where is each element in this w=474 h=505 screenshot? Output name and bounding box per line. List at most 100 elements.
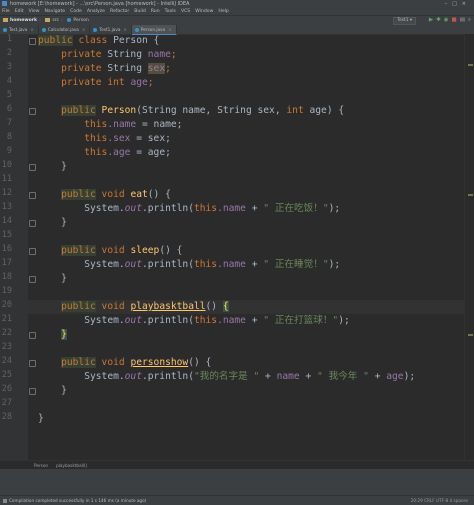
line-number: 9 — [6, 146, 12, 156]
code-line: } — [61, 273, 67, 284]
code-line: System.out.println(this.name + " 正在吃饭！")… — [84, 203, 341, 214]
code-line: private String sex; — [61, 63, 171, 74]
code-line: public void playbasktball() { — [61, 301, 229, 312]
menu-navigate[interactable]: Navigate — [45, 9, 66, 14]
code-line: public Person(String name, String sex, i… — [61, 105, 345, 116]
toolbar-actions: ▶ ✱ ◉ ■ ▤ ⌕ — [426, 16, 471, 25]
code-line: public void personshow() { — [61, 357, 212, 368]
chevron-right-icon: › — [61, 18, 63, 23]
line-number: 25 — [1, 370, 12, 380]
menu-view[interactable]: View — [29, 9, 40, 14]
line-number: 11 — [1, 174, 12, 184]
menu-file[interactable]: File — [2, 9, 10, 14]
close-tab-icon[interactable]: × — [82, 27, 86, 32]
editor-scrollbar[interactable] — [464, 34, 474, 460]
warning-marker[interactable] — [468, 334, 473, 336]
nav-person[interactable]: Person — [67, 16, 89, 25]
code-line: } — [38, 413, 44, 424]
class-icon — [93, 28, 98, 32]
menu-window[interactable]: Window — [195, 9, 213, 14]
line-number: 4 — [6, 76, 12, 86]
warning-marker[interactable] — [468, 194, 473, 196]
line-number: 18 — [1, 272, 12, 282]
line-number: 6 — [6, 104, 12, 114]
breadcrumb-method[interactable]: playbasktball() — [56, 463, 87, 468]
chevron-right-icon: › — [39, 18, 41, 23]
line-number: 15 — [1, 230, 12, 240]
menu-build[interactable]: Build — [134, 9, 146, 14]
code-line: System.out.println(this.name + " 正在打篮球！"… — [84, 315, 350, 326]
menu-tools[interactable]: Tools — [165, 9, 176, 14]
breadcrumb-class[interactable]: Person — [34, 463, 48, 468]
line-number: 24 — [1, 356, 12, 366]
menu-analyze[interactable]: Analyze — [87, 9, 105, 14]
menu-bar: File Edit View Navigate Code Analyze Refactor B… — [0, 8, 474, 15]
code-line: public void sleep() { — [61, 245, 183, 256]
menu-help[interactable]: Help — [218, 9, 228, 14]
close-tab-icon[interactable]: × — [168, 27, 172, 32]
menu-run[interactable]: Run — [151, 9, 160, 14]
class-icon — [41, 28, 46, 32]
menu-edit[interactable]: Edit — [15, 9, 24, 14]
code-line: } — [61, 217, 67, 228]
folder-icon — [3, 17, 8, 22]
window-controls[interactable]: –□× — [445, 0, 471, 8]
line-number: 2 — [6, 48, 12, 58]
line-number: 21 — [1, 314, 12, 324]
search-icon[interactable]: ⌕ — [468, 17, 471, 23]
code-line: private int age; — [61, 77, 154, 88]
line-number: 17 — [1, 258, 12, 268]
line-number: 7 — [6, 118, 12, 128]
menu-refactor[interactable]: Refactor — [110, 9, 129, 14]
line-number: 26 — [1, 384, 12, 394]
line-number: 13 — [1, 202, 12, 212]
line-number: 5 — [6, 90, 12, 100]
line-number: 23 — [1, 342, 12, 352]
run-icon[interactable]: ▶ — [429, 17, 433, 23]
menu-code[interactable]: Code — [70, 9, 82, 14]
class-icon — [134, 28, 139, 32]
line-number: 22 — [1, 328, 12, 338]
window-title: homework [E:\homework] - ...\src\Person.… — [10, 1, 190, 7]
nav-src[interactable]: src — [45, 16, 59, 25]
line-number: 12 — [1, 188, 12, 198]
line-number: 19 — [1, 286, 12, 296]
close-icon[interactable]: × — [462, 1, 471, 7]
code-line: System.out.println(this.name + " 正在睡觉！")… — [84, 259, 341, 270]
line-number: 28 — [1, 412, 12, 422]
code-line: this.age = age; — [84, 147, 171, 158]
line-number: 20 — [1, 300, 12, 310]
stop-icon[interactable]: ■ — [452, 17, 457, 23]
code-editor[interactable]: public class Person { private String nam… — [28, 34, 464, 460]
line-number: 10 — [1, 160, 12, 170]
code-line: public void eat() { — [61, 189, 171, 200]
structure-icon[interactable]: ▤ — [460, 17, 465, 23]
folder-icon — [45, 17, 51, 22]
code-line: this.sex = sex; — [84, 133, 171, 144]
tab-test[interactable]: Test.java × — [0, 25, 39, 34]
nav-project[interactable]: homework — [3, 16, 37, 25]
line-number: 14 — [1, 216, 12, 226]
warning-marker[interactable] — [468, 64, 473, 66]
line-number: 3 — [6, 62, 12, 72]
menu-vcs[interactable]: VCS — [181, 9, 190, 14]
class-icon — [3, 28, 7, 32]
tab-calculator[interactable]: Calculator.java × — [39, 25, 91, 34]
debug-icon[interactable]: ✱ — [436, 17, 441, 23]
close-tab-icon[interactable]: × — [123, 27, 127, 32]
tool-window-area — [0, 469, 474, 495]
code-line: } — [61, 329, 67, 340]
code-line: this.name = name; — [84, 119, 183, 130]
coverage-icon[interactable]: ◉ — [444, 17, 449, 23]
line-number-gutter[interactable]: 1 2 3 4 5 6 7 8 9 10 11 12 13 14 15 16 1… — [0, 34, 36, 460]
close-tab-icon[interactable]: × — [30, 27, 34, 32]
line-number: 1 — [6, 34, 12, 44]
status-message[interactable]: Compilation completed successfully in 1 … — [3, 498, 146, 503]
line-number: 16 — [1, 244, 12, 254]
run-config-selector[interactable]: Test1 ▾ — [393, 17, 416, 25]
maximize-icon[interactable]: □ — [452, 1, 462, 7]
tab-test1[interactable]: Test1.java × — [90, 25, 132, 34]
minimize-icon[interactable]: – — [445, 1, 453, 7]
intellij-app-icon — [2, 1, 7, 6]
code-line: } — [61, 161, 67, 172]
